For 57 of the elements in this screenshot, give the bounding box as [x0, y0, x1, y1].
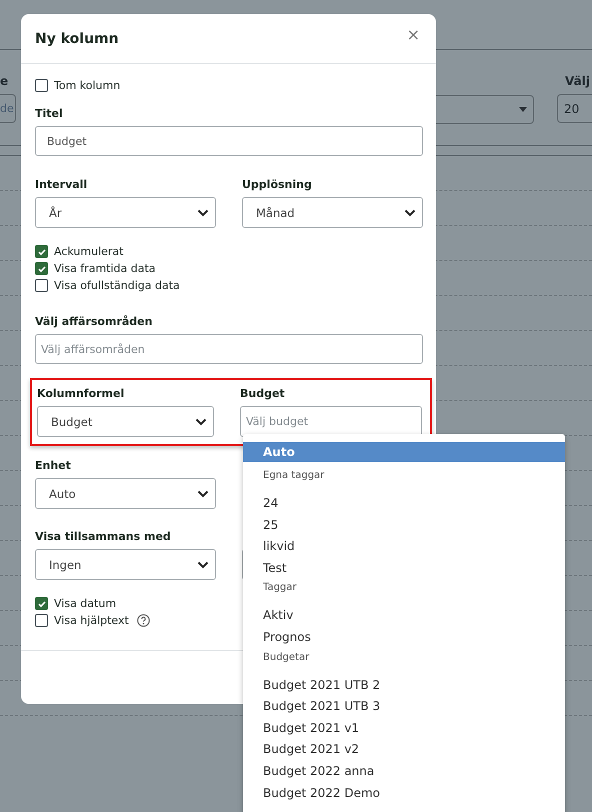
field-label: Intervall [35, 178, 88, 192]
dropdown-option[interactable]: likvid [243, 536, 565, 558]
group-header: Egna taggar [262, 469, 326, 483]
select-field[interactable]: Ingen [35, 549, 216, 580]
dropdown-option[interactable]: Prognos [243, 626, 565, 649]
dropdown-option[interactable]: Budget 2022 anna [243, 760, 565, 783]
business-area-input[interactable]: Välj affärsområden [35, 334, 423, 364]
filter-field[interactable]: 20 [557, 94, 592, 123]
checkbox-label: Visa datum [54, 597, 116, 610]
help-icon[interactable] [136, 614, 150, 627]
title-input[interactable]: Budget [35, 126, 423, 156]
caret-icon [519, 107, 527, 112]
checkbox-label: Visa framtida data [54, 262, 156, 275]
checkbox[interactable] [35, 262, 48, 275]
select-field[interactable]: Budget [37, 406, 214, 437]
field-label: Enhet [35, 459, 72, 473]
checkbox-label: Visa ofullständiga data [54, 279, 180, 292]
filter-label: Välj [564, 74, 591, 90]
dropdown-option[interactable]: 25 [243, 514, 565, 536]
dropdown-option[interactable]: Budget 2021 v1 [243, 718, 565, 740]
dropdown-option[interactable]: Budget 2021 UTB 3 [243, 696, 565, 718]
dropdown-option[interactable]: Budget 2021 UTB 2 [243, 674, 565, 696]
chevron-icon [195, 418, 207, 426]
close-button[interactable]: × [404, 25, 422, 44]
checkbox[interactable] [35, 79, 48, 92]
chevron-icon [197, 490, 209, 498]
dropdown-option[interactable]: Test [243, 558, 565, 580]
select-field[interactable]: År [35, 197, 216, 228]
field-label: Välj affärsområden [35, 315, 154, 329]
dropdown-option[interactable]: Budget 2022 Demo [243, 782, 565, 804]
checkbox[interactable] [35, 279, 48, 292]
chevron-icon [197, 560, 209, 568]
field-label: Upplösning [242, 178, 313, 192]
select-field[interactable]: Månad [242, 197, 423, 228]
dropdown-option[interactable]: 24 [243, 493, 565, 515]
chevron-icon [197, 208, 209, 216]
checkbox-label: Visa hjälptext [54, 614, 129, 627]
group-header: Taggar [262, 581, 298, 596]
select-field[interactable]: Auto [35, 478, 216, 509]
field-label: Budget [240, 387, 286, 401]
checkbox[interactable] [35, 597, 48, 610]
checkmark-icon [36, 598, 46, 608]
field-label: Titel [35, 107, 64, 121]
field-label: Visa tillsammans med [35, 530, 172, 544]
filter-label: e [0, 74, 10, 90]
checkbox-label: Ackumulerat [54, 245, 124, 258]
field-label: Kolumnformel [37, 387, 126, 401]
budget-input[interactable]: Välj budget [240, 406, 422, 437]
checkbox-label: Tom kolumn [54, 79, 120, 92]
dropdown-option[interactable]: Auto [243, 442, 565, 462]
checkbox[interactable] [35, 245, 48, 258]
checkbox[interactable] [35, 614, 48, 627]
group-header: Budgetar [262, 650, 310, 665]
dropdown-option[interactable]: Aktiv [243, 605, 565, 627]
chevron-icon [404, 208, 416, 216]
dialog-title: Ny kolumn [35, 30, 119, 46]
dropdown-option[interactable]: Budget 2021 v2 [243, 739, 565, 761]
